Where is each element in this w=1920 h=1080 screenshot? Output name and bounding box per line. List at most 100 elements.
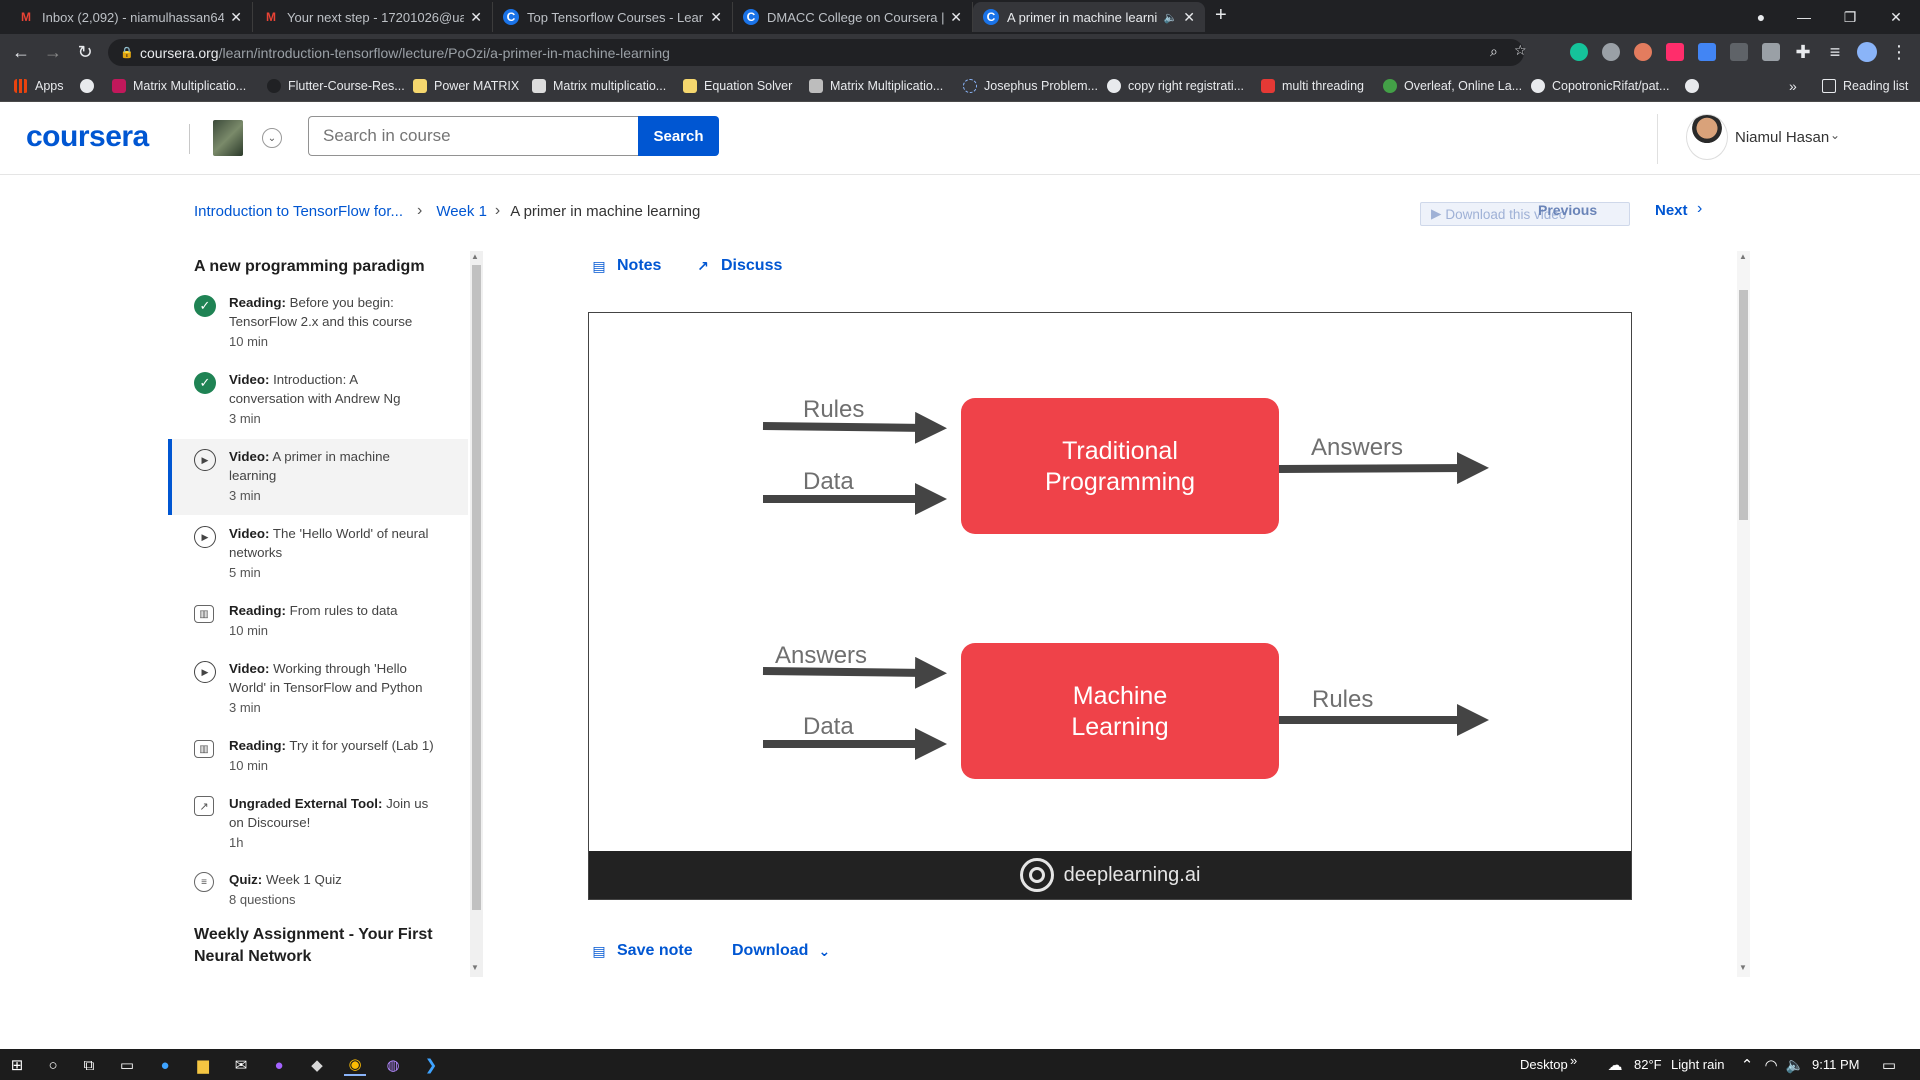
search-input[interactable]: Search in course [308,116,638,156]
bookmark-item[interactable]: Matrix multiplicatio... [532,70,666,102]
clock-time[interactable]: 9:11 PM [1812,1057,1859,1072]
app-icon[interactable]: ◍ [382,1054,404,1076]
toolbar-chevron[interactable]: » [1570,1053,1577,1068]
discuss-button[interactable]: ↗ Discuss [694,257,782,275]
menu-dots-icon[interactable]: ⋮ [1884,34,1914,70]
sidebar-item-rules-to-data[interactable]: ▥ Reading: From rules to data 10 min [168,601,468,651]
chevron-down-icon[interactable]: ⌄ [1830,128,1840,142]
bookmark-item[interactable]: Matrix Multiplicatio... [112,70,246,102]
close-icon[interactable]: ✕ [470,9,482,26]
close-icon[interactable]: ✕ [710,9,722,26]
scroll-down-icon[interactable]: ▼ [1739,963,1747,972]
browser-tab-inbox[interactable]: M Inbox (2,092) - niamulhassan64@ ✕ [8,2,253,32]
notification-icon[interactable]: ▭ [1878,1054,1900,1076]
forward-arrow-icon[interactable]: → [38,34,68,70]
extension-icon[interactable] [1666,43,1684,61]
save-note-button[interactable]: ▤ Save note [590,942,692,960]
bookmark-item[interactable] [80,70,101,102]
camera-extension-icon[interactable] [1602,43,1620,61]
next-section-title[interactable]: Weekly Assignment - Your First Neural Ne… [194,924,433,968]
close-icon[interactable]: ✕ [230,9,242,26]
bookmark-item[interactable]: Equation Solver [683,70,792,102]
course-thumbnail[interactable] [213,120,243,156]
new-tab-button[interactable]: + [1215,4,1227,27]
profile-avatar-icon[interactable] [1857,42,1877,62]
reading-list-button[interactable]: Reading list [1822,70,1908,102]
sidebar-scrollbar-thumb[interactable] [472,265,481,910]
bookmark-item[interactable]: Overleaf, Online La... [1383,70,1522,102]
download-extension-icon[interactable] [1698,43,1716,61]
media-control-icon[interactable]: ≡ [1820,34,1850,70]
vscode-icon[interactable]: ❯ [420,1054,442,1076]
bookmark-star-icon[interactable]: ☆ [1514,42,1527,59]
scroll-down-icon[interactable]: ▼ [471,963,479,972]
puzzle-icon[interactable]: ✚ [1788,34,1818,70]
chevron-up-icon[interactable]: ⌃ [1736,1054,1758,1076]
task-view-icon[interactable]: ⧉ [78,1054,100,1076]
bookmark-item[interactable] [1685,70,1706,102]
app-icon[interactable]: ◆ [306,1054,328,1076]
bookmark-item[interactable]: Power MATRIX [413,70,519,102]
chrome-icon[interactable]: ◉ [344,1054,366,1076]
edge-icon[interactable]: ● [154,1054,176,1076]
desktop-toolbar-label[interactable]: Desktop [1520,1057,1568,1072]
volume-icon[interactable]: 🔈 [1784,1054,1806,1076]
mail-icon[interactable]: ✉ [230,1054,252,1076]
bookmark-item[interactable]: copy right registrati... [1107,70,1244,102]
reload-icon[interactable]: ↻ [70,34,100,70]
chevron-right-icon[interactable]: › [1697,200,1702,218]
close-icon[interactable]: ✕ [1183,9,1195,26]
windows-start-icon[interactable]: ⊞ [6,1054,28,1076]
sidebar-item-hello-world[interactable]: ▶ Video: The 'Hello World' of neural net… [168,524,468,594]
scroll-up-icon[interactable]: ▲ [471,252,479,261]
sidebar-item-week-1-quiz[interactable]: ≡ Quiz: Week 1 Quiz 8 questions [168,870,468,920]
browser-tab-primer[interactable]: C A primer in machine learning 🔈 ✕ [973,2,1205,32]
sidebar-item-before-you-begin[interactable]: ✓ Reading: Before you begin: TensorFlow … [168,293,468,363]
search-button[interactable]: Search [638,116,719,156]
sidebar-item-working-through[interactable]: ▶ Video: Working through 'Hello World' i… [168,659,468,729]
pen-extension-icon[interactable] [1762,43,1780,61]
network-icon[interactable]: ◠ [1760,1054,1782,1076]
chevron-down-icon[interactable]: ⌄ [262,128,282,148]
profile-menu-icon[interactable]: ● [1738,0,1784,34]
minimize-icon[interactable]: — [1781,0,1827,34]
main-scrollbar-thumb[interactable] [1739,290,1748,520]
zoom-icon[interactable]: ⌕ [1490,43,1498,60]
bookmark-item[interactable]: Josephus Problem... [963,70,1098,102]
sidebar-item-lab-1[interactable]: ▥ Reading: Try it for yourself (Lab 1) 1… [168,736,468,786]
weather-desc[interactable]: Light rain [1671,1057,1724,1072]
extension-icon[interactable] [1730,43,1748,61]
download-button[interactable]: Download ⌄ [732,942,830,960]
extension-icon[interactable] [1634,43,1652,61]
speaker-icon[interactable]: 🔈 [1164,11,1178,24]
browser-tab-dmacc[interactable]: C DMACC College on Coursera | Co ✕ [733,2,973,32]
download-video-button[interactable]: ▶ Download this video [1420,202,1630,226]
cloud-rain-icon[interactable]: ☁ [1604,1054,1626,1076]
breadcrumb-course[interactable]: Introduction to TensorFlow for... [194,203,403,220]
avatar[interactable] [1686,114,1728,160]
sidebar-item-introduction[interactable]: ✓ Video: Introduction: A conversation wi… [168,370,468,440]
bookmark-item[interactable]: Matrix Multiplicatio... [809,70,943,102]
bookmarks-more-button[interactable]: » [1789,70,1797,102]
messenger-icon[interactable]: ● [268,1054,290,1076]
sidebar-item-primer[interactable]: ▶ Video: A primer in machine learning 3 … [168,439,468,515]
bookmark-item[interactable]: Flutter-Course-Res... [267,70,405,102]
close-icon[interactable]: ✕ [950,9,962,26]
back-arrow-icon[interactable]: ← [6,34,36,70]
terminal-icon[interactable]: ▭ [116,1054,138,1076]
breadcrumb-week[interactable]: Week 1 [436,203,487,220]
bookmark-item[interactable]: CopotronicRifat/pat... [1531,70,1669,102]
previous-button[interactable]: Previous [1538,202,1597,218]
next-button[interactable]: Next [1655,202,1688,219]
browser-tab-next-step[interactable]: M Your next step - 17201026@uap- ✕ [253,2,493,32]
coursera-logo[interactable]: coursera [26,120,149,154]
user-name[interactable]: Niamul Hasan [1735,129,1829,146]
lecture-slide[interactable]: Rules Data Traditional Programming Answe… [588,312,1632,900]
restore-icon[interactable]: ❐ [1827,0,1873,34]
search-icon[interactable]: ○ [42,1054,64,1076]
window-close-icon[interactable]: ✕ [1873,0,1919,34]
bookmark-apps[interactable]: Apps [14,70,64,102]
browser-tab-tensorflow-courses[interactable]: C Top Tensorflow Courses - Learn T ✕ [493,2,733,32]
grammarly-extension-icon[interactable] [1570,43,1588,61]
bookmark-item[interactable]: multi threading [1261,70,1364,102]
